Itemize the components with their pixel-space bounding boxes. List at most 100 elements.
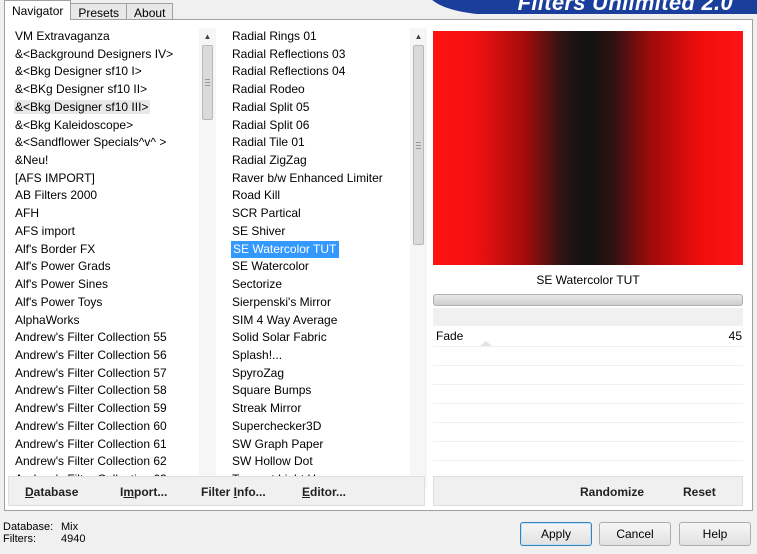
category-list-item[interactable]: AFS import — [14, 223, 199, 241]
editor-button-label: ditor... — [310, 485, 347, 499]
category-list-item-label: Alf's Power Toys — [15, 294, 103, 309]
grip-line — [205, 79, 210, 80]
help-button[interactable]: Help — [679, 522, 751, 546]
category-list-item-label: AFS import — [15, 223, 76, 238]
category-list-item[interactable]: Andrew's Filter Collection 57 — [14, 365, 199, 383]
status-info: Database: Mix Filters: 4940 — [3, 521, 85, 545]
filter-list-item[interactable]: Sectorize — [231, 276, 411, 294]
category-list-item[interactable]: Andrew's Filter Collection 59 — [14, 400, 199, 418]
filter-scroll-thumb[interactable] — [413, 45, 424, 245]
reset-button[interactable]: Reset — [683, 485, 716, 499]
filter-list-item[interactable]: Road Kill — [231, 187, 411, 205]
database-button[interactable]: Database — [25, 485, 78, 499]
filter-list-item[interactable]: SW Hollow Dot — [231, 453, 411, 471]
category-list-item-label: &Neu! — [15, 153, 49, 168]
filter-list-item-label: Solid Solar Fabric — [232, 330, 327, 345]
filter-list-item[interactable]: Radial Split 06 — [231, 117, 411, 135]
filter-list-item-label: SpyroZag — [232, 365, 285, 380]
fade-slider-marker-icon[interactable] — [480, 341, 492, 346]
category-list-item[interactable]: &Neu! — [14, 152, 199, 170]
filter-list-item[interactable]: Splash!... — [231, 347, 411, 365]
category-list-item[interactable]: Andrew's Filter Collection 58 — [14, 382, 199, 400]
category-list-scrollbar[interactable]: ▲ ▼ — [199, 28, 216, 489]
filter-list-item-label: Radial Split 05 — [232, 99, 310, 114]
filter-list-item-label: Radial Rings 01 — [232, 29, 317, 43]
category-list-item-label: Alf's Border FX — [15, 241, 96, 256]
database-button-hotkey: D — [25, 485, 34, 499]
empty-control-row — [433, 404, 743, 422]
category-list-item[interactable]: Andrew's Filter Collection 55 — [14, 329, 199, 347]
category-list-item[interactable]: [AFS IMPORT] — [14, 170, 199, 188]
filter-list-item-label: Streak Mirror — [232, 401, 302, 416]
filter-list-item[interactable]: Radial Tile 01 — [231, 134, 411, 152]
category-list-item[interactable]: Andrew's Filter Collection 60 — [14, 418, 199, 436]
category-list-item[interactable]: &<Background Designers IV> — [14, 46, 199, 64]
filter-list[interactable]: Radial Rings 01 Radial Reflections 03 Radi… — [231, 28, 411, 489]
category-list-item[interactable]: Andrew's Filter Collection 56 — [14, 347, 199, 365]
category-list-item[interactable]: &<Bkg Kaleidoscope> — [14, 117, 199, 135]
filter-list-item[interactable]: SE Watercolor — [231, 258, 411, 276]
filter-list-item-label: Radial Rodeo — [232, 82, 305, 97]
category-list-item-label: &<BKg Designer sf10 II> — [15, 82, 148, 97]
filter-list-item-label: SE Watercolor — [232, 259, 309, 274]
category-list-item[interactable]: &<Bkg Designer sf10 III> — [14, 99, 199, 117]
filter-list-item[interactable]: Radial ZigZag — [231, 152, 411, 170]
filter-list-item[interactable]: Radial Split 05 — [231, 99, 411, 117]
grip-line — [416, 145, 421, 146]
tab-strip: Navigator Presets About — [4, 0, 174, 20]
category-list-item[interactable]: Alf's Power Sines — [14, 276, 199, 294]
scroll-up-arrow-icon[interactable]: ▲ — [199, 28, 216, 45]
filter-list-item[interactable]: Square Bumps — [231, 382, 411, 400]
filter-actions-bar: Randomize Reset — [433, 476, 743, 506]
apply-button[interactable]: Apply — [520, 522, 592, 546]
category-scroll-thumb[interactable] — [202, 45, 213, 120]
filter-list-scrollbar[interactable]: ▲ ▼ — [410, 28, 427, 489]
filters-status-value: 4940 — [61, 533, 86, 545]
filter-list-item[interactable]: SIM 4 Way Average — [231, 312, 411, 330]
filter-list-item[interactable]: Raver b/w Enhanced Limiter — [231, 170, 411, 188]
scroll-up-arrow-icon[interactable]: ▲ — [410, 28, 427, 45]
app-banner: Filters Unlimited 2.0 — [427, 0, 757, 14]
category-list-item[interactable]: VM Extravaganza — [14, 28, 199, 46]
empty-control-row — [433, 385, 743, 403]
filter-list-item[interactable]: Sierpenski's Mirror — [231, 294, 411, 312]
filter-list-item[interactable]: Streak Mirror — [231, 400, 411, 418]
editor-button[interactable]: Editor... — [302, 485, 346, 499]
category-list-item[interactable]: &<Bkg Designer sf10 I> — [14, 63, 199, 81]
filter-info-button[interactable]: Filter Info... — [201, 485, 266, 499]
grip-line — [205, 85, 210, 86]
filter-list-item[interactable]: Radial Rings 01 — [231, 28, 411, 46]
category-list-item[interactable]: AlphaWorks — [14, 312, 199, 330]
category-list-item[interactable]: &<BKg Designer sf10 II> — [14, 81, 199, 99]
category-list[interactable]: VM Extravaganza &<Background Designers IV… — [14, 28, 199, 489]
filter-list-item[interactable]: Superchecker3D — [231, 418, 411, 436]
tab-presets[interactable]: Presets — [70, 3, 128, 20]
category-list-item[interactable]: Alf's Power Toys — [14, 294, 199, 312]
filter-list-item[interactable]: SE Shiver — [231, 223, 411, 241]
filter-list-item[interactable]: SCR Partical — [231, 205, 411, 223]
category-list-item[interactable]: &<Sandflower Specials^v^ > — [14, 134, 199, 152]
tab-navigator[interactable]: Navigator — [4, 0, 72, 20]
category-list-item[interactable]: Andrew's Filter Collection 61 — [14, 436, 199, 454]
filter-list-item[interactable]: SE Watercolor TUT — [231, 240, 411, 259]
filter-list-item[interactable]: Radial Reflections 03 — [231, 46, 411, 64]
database-button-label: atabase — [33, 485, 79, 499]
filter-list-item[interactable]: Radial Rodeo — [231, 81, 411, 99]
filter-list-item[interactable]: SW Graph Paper — [231, 436, 411, 454]
fade-value[interactable]: 45 — [700, 329, 742, 343]
filter-list-item[interactable]: Solid Solar Fabric — [231, 329, 411, 347]
filter-list-item[interactable]: Radial Reflections 04 — [231, 63, 411, 81]
category-list-item[interactable]: Andrew's Filter Collection 62 — [14, 453, 199, 471]
cancel-button[interactable]: Cancel — [599, 522, 671, 546]
randomize-button[interactable]: Randomize — [580, 485, 644, 499]
filter-list-item[interactable]: SpyroZag — [231, 365, 411, 383]
category-list-item[interactable]: AFH — [14, 205, 199, 223]
category-list-item[interactable]: AB Filters 2000 — [14, 187, 199, 205]
category-list-item-label: Andrew's Filter Collection 56 — [15, 347, 167, 362]
tab-about[interactable]: About — [126, 3, 174, 20]
category-list-item[interactable]: Alf's Border FX — [14, 241, 199, 259]
import-button[interactable]: Import... — [120, 485, 167, 499]
filter-list-item-label: SW Graph Paper — [232, 436, 324, 451]
filter-list-item-label: Radial Split 06 — [232, 117, 310, 132]
category-list-item[interactable]: Alf's Power Grads — [14, 258, 199, 276]
